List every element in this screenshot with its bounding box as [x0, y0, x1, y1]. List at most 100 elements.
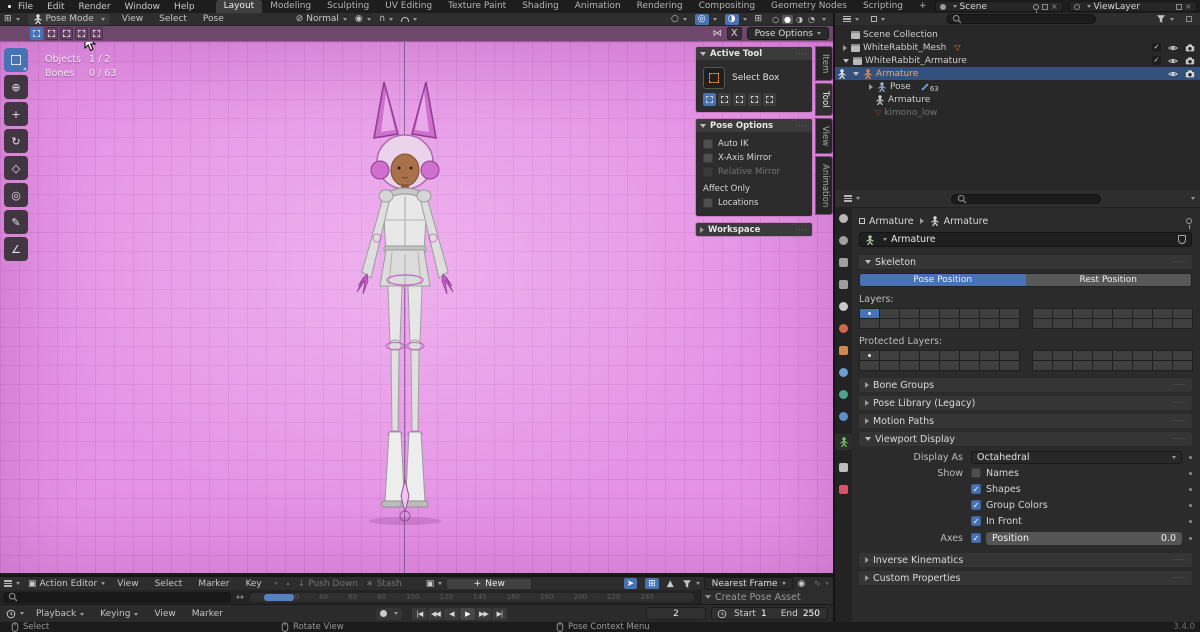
editor-divider[interactable] — [833, 13, 835, 622]
move-tool-button[interactable]: + — [4, 102, 28, 126]
proportional-editing-dropdown[interactable] — [397, 17, 421, 22]
pivot-point-dropdown[interactable]: ◉ — [351, 14, 375, 24]
layer-cell[interactable] — [1033, 319, 1052, 328]
annotate-tool-button[interactable]: ✎ — [4, 210, 28, 234]
show-gizmo-toggle[interactable]: ◎ — [691, 14, 721, 25]
new-action-button[interactable]: +New — [446, 578, 532, 590]
xaxis-mirror-checkbox[interactable] — [703, 153, 713, 163]
pin-id-icon[interactable] — [1186, 218, 1192, 224]
tab-viewlayer-icon[interactable] — [839, 280, 848, 289]
hide-eye-icon[interactable] — [1168, 56, 1178, 66]
shading-material-button[interactable]: ◑ — [794, 15, 805, 24]
hide-eye-icon[interactable] — [1168, 43, 1178, 53]
motion-paths-panel-header[interactable]: Motion Paths···· — [859, 414, 1192, 428]
play-reverse-button[interactable]: ◀ — [444, 608, 459, 620]
layer-cell[interactable] — [1073, 351, 1092, 360]
disable-render-camera-icon[interactable] — [1185, 69, 1195, 79]
workspace-tab-uv-editing[interactable]: UV Editing — [377, 0, 440, 13]
timeline-editor-type-button[interactable] — [2, 609, 28, 619]
auto-ik-checkbox[interactable] — [703, 139, 713, 149]
shading-rendered-button[interactable]: ◔ — [806, 15, 817, 24]
xray-toggle[interactable]: ⊞ — [751, 14, 767, 24]
expand-icon[interactable] — [843, 45, 847, 51]
mode-set-button[interactable] — [703, 93, 716, 106]
hide-eye-icon[interactable] — [1168, 69, 1178, 79]
workspace-tab-animation[interactable]: Animation — [567, 0, 629, 13]
layer-cell[interactable] — [880, 309, 899, 318]
layer-cell[interactable] — [860, 309, 879, 318]
menu-select[interactable]: Select — [147, 579, 191, 589]
mode-invert-button[interactable] — [748, 93, 761, 106]
workspace-tab-shading[interactable]: Shading — [514, 0, 567, 13]
outliner-row-armature-data[interactable]: Armature — [835, 93, 1200, 106]
skeleton-panel-header[interactable]: Skeleton···· — [859, 255, 1192, 269]
layer-cell[interactable] — [940, 319, 959, 328]
layer-cell[interactable] — [880, 361, 899, 370]
menu-select[interactable]: Select — [151, 14, 195, 24]
character-model[interactable] — [340, 80, 470, 530]
layer-cell[interactable] — [880, 319, 899, 328]
layer-cell[interactable] — [980, 309, 999, 318]
close-icon[interactable]: × — [1051, 3, 1058, 11]
auto-keying-button[interactable] — [376, 608, 402, 620]
layer-cell[interactable] — [1113, 351, 1132, 360]
mirror-icon[interactable]: ⋈ — [713, 28, 723, 39]
layer-cell[interactable] — [1173, 361, 1192, 370]
layer-cell[interactable] — [1173, 319, 1192, 328]
layer-cell[interactable] — [1000, 309, 1019, 318]
object-visibility-dropdown[interactable]: ○ — [667, 14, 691, 24]
layer-cell[interactable] — [1073, 309, 1092, 318]
transform-orientation-dropdown[interactable]: ⊘ Normal — [292, 14, 351, 24]
breadcrumb-data[interactable]: Armature — [944, 216, 989, 227]
shading-wireframe-button[interactable]: ○ — [770, 15, 781, 24]
locations-checkbox[interactable] — [703, 198, 713, 208]
show-overlays-toggle[interactable]: ◑ — [721, 14, 751, 25]
layer-cell[interactable] — [980, 361, 999, 370]
layer-cell[interactable] — [920, 361, 939, 370]
properties-editor-type-button[interactable] — [840, 195, 864, 202]
select-box-tool-button[interactable] — [4, 48, 28, 72]
viewport-display-panel-header[interactable]: Viewport Display···· — [859, 432, 1192, 446]
tab-physics-icon[interactable] — [839, 390, 848, 399]
tab-world-icon[interactable] — [839, 324, 848, 333]
tab-modifiers-icon[interactable] — [839, 368, 848, 377]
menu-keying[interactable]: Keying — [92, 609, 146, 619]
menu-view[interactable]: View — [114, 14, 151, 24]
layer-cell[interactable] — [1093, 309, 1112, 318]
mode-intersect-button[interactable] — [763, 93, 776, 106]
group-colors-checkbox[interactable]: ✓ — [971, 500, 981, 510]
outliner-row-kimono-low[interactable]: ▽ kimono_low — [835, 106, 1200, 119]
tab-object-icon[interactable] — [839, 346, 848, 355]
proportional-edit-toggle[interactable]: ◉ — [794, 579, 810, 589]
outliner-row-whiterabbit-armature[interactable]: WhiteRabbit_Armature ✓ — [835, 54, 1200, 67]
rest-position-button[interactable]: Rest Position — [1026, 274, 1192, 286]
outliner-row-pose[interactable]: Pose 63 — [835, 80, 1200, 93]
new-viewlayer-icon[interactable] — [1176, 4, 1182, 10]
layer-cell[interactable] — [1153, 309, 1172, 318]
workspace-tab-sculpting[interactable]: Sculpting — [319, 0, 377, 13]
layer-cell[interactable] — [1153, 351, 1172, 360]
tab-object-data-active[interactable] — [835, 434, 852, 450]
tab-data-icon[interactable] — [839, 463, 848, 472]
select-mode-subtract-button[interactable] — [60, 27, 73, 40]
animate-dot[interactable] — [1189, 456, 1192, 459]
layer-cell[interactable] — [900, 309, 919, 318]
in-front-checkbox[interactable]: ✓ — [971, 516, 981, 526]
custom-properties-panel-header[interactable]: Custom Properties···· — [859, 571, 1192, 585]
expand-icon[interactable] — [869, 84, 873, 90]
layer-cell[interactable] — [1093, 351, 1112, 360]
scene-selector[interactable]: Scene × — [935, 1, 1063, 12]
pose-options-panel-header[interactable]: Pose Options···· — [696, 119, 812, 132]
measure-tool-button[interactable]: ∠ — [4, 237, 28, 261]
menu-file[interactable]: File — [11, 2, 40, 12]
layer-cell[interactable] — [1133, 319, 1152, 328]
action-selector-button[interactable]: ▣ — [422, 579, 447, 589]
axes-position-slider[interactable]: Position 0.0 — [986, 532, 1182, 545]
scrollbar-thumb[interactable] — [264, 594, 294, 601]
select-box-tool-icon[interactable] — [703, 67, 725, 89]
layer-cell[interactable] — [900, 361, 919, 370]
tab-animation[interactable]: Animation — [815, 156, 833, 215]
tab-scene-icon[interactable] — [839, 302, 848, 311]
mode-extend-button[interactable] — [718, 93, 731, 106]
animate-dot[interactable] — [1189, 488, 1192, 491]
